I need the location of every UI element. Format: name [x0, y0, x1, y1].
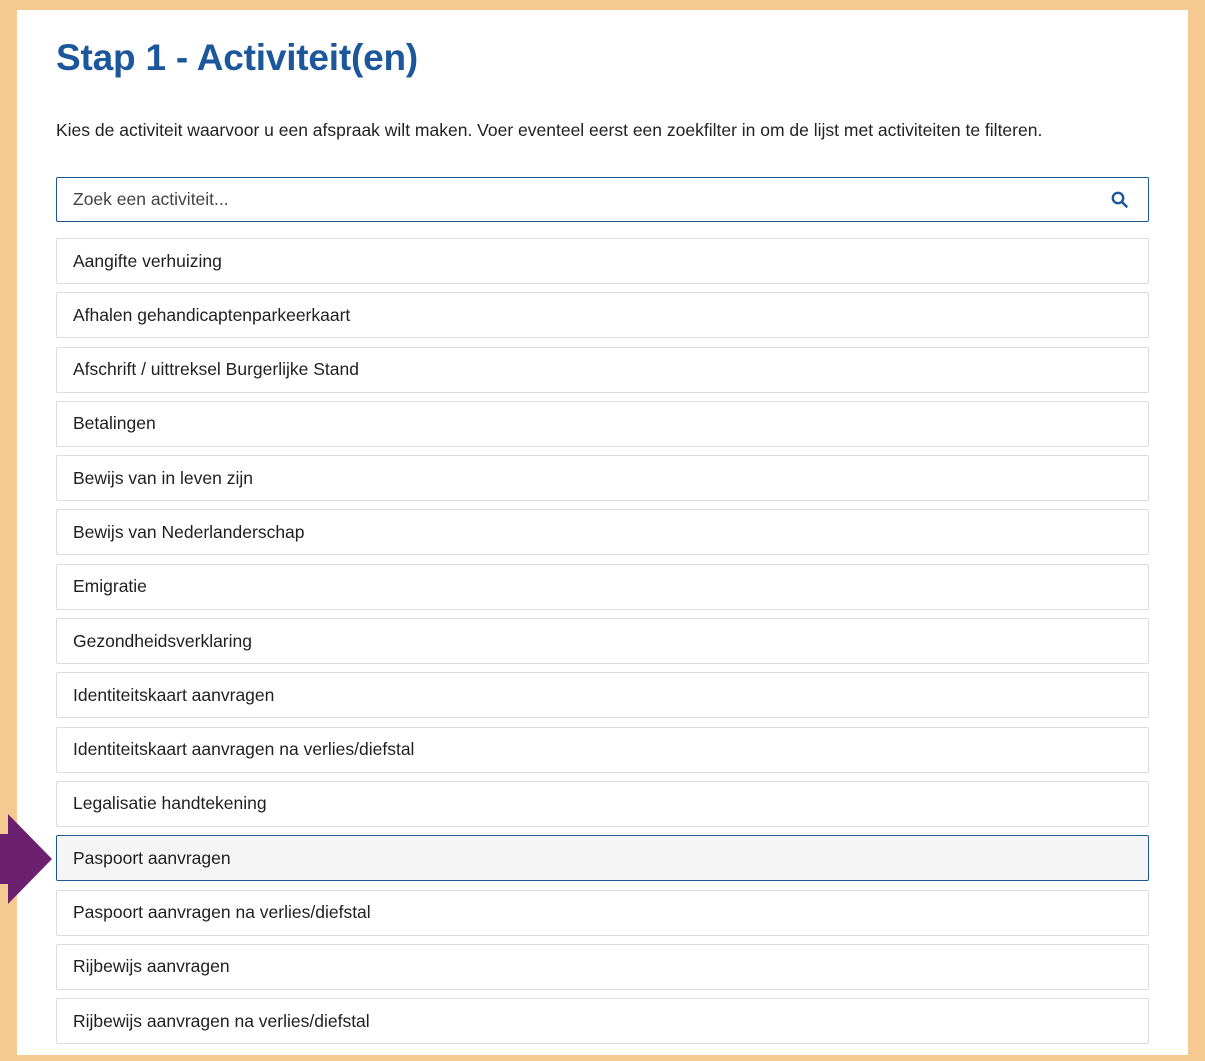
activity-item-label: Bewijs van Nederlanderschap — [73, 521, 305, 542]
activity-item[interactable]: Identiteitskaart aanvragen — [56, 672, 1149, 719]
intro-text: Kies de activiteit waarvoor u een afspra… — [56, 120, 1043, 140]
activity-item[interactable]: Aangifte verhuizing — [56, 238, 1149, 284]
activity-item-label: Paspoort aanvragen — [73, 847, 231, 868]
search-box — [56, 177, 1149, 222]
activity-item-label: Rijbewijs aanvragen — [73, 956, 230, 977]
pointer-arrow-icon — [0, 814, 52, 904]
search-icon[interactable] — [1110, 190, 1130, 210]
activity-item[interactable]: Bewijs van in leven zijn — [56, 455, 1149, 502]
search-input[interactable] — [57, 178, 1097, 221]
activity-item-label: Aangifte verhuizing — [73, 250, 222, 271]
activity-item[interactable]: Bewijs van Nederlanderschap — [56, 509, 1149, 556]
activity-item[interactable]: Afhalen gehandicaptenparkeerkaart — [56, 292, 1149, 339]
activity-item[interactable]: Legalisatie handtekening — [56, 780, 1149, 827]
activity-item-label: Gezondheidsverklaring — [73, 630, 252, 651]
activity-item[interactable]: Betalingen — [56, 400, 1149, 447]
activity-item[interactable]: Rijbewijs aanvragen — [56, 943, 1149, 990]
activity-item-label: Emigratie — [73, 576, 147, 597]
activity-item-label: Paspoort aanvragen na verlies/diefstal — [73, 902, 371, 923]
activity-item-label: Bewijs van in leven zijn — [73, 467, 253, 488]
activity-item-label: Rijbewijs aanvragen na verlies/diefstal — [73, 1010, 370, 1031]
activity-list: Aangifte verhuizing Afhalen gehandicapten… — [56, 238, 1149, 1052]
activity-item-selected[interactable]: Paspoort aanvragen — [56, 835, 1149, 882]
activity-item[interactable]: Gezondheidsverklaring — [56, 618, 1149, 665]
activity-item[interactable]: Identiteitskaart aanvragen na verlies/di… — [56, 726, 1149, 773]
page-title: Stap 1 - Activiteit(en) — [56, 37, 419, 78]
activity-item-label: Afschrift / uittreksel Burgerlijke Stand — [73, 359, 359, 380]
activity-item[interactable]: Emigratie — [56, 563, 1149, 610]
activity-item-label: Identiteitskaart aanvragen — [73, 684, 275, 705]
activity-item-label: Afhalen gehandicaptenparkeerkaart — [73, 304, 351, 325]
activity-item[interactable]: Afschrift / uittreksel Burgerlijke Stand — [56, 346, 1149, 393]
activity-item-label: Identiteitskaart aanvragen na verlies/di… — [73, 739, 415, 760]
activity-item-label: Legalisatie handtekening — [73, 793, 267, 814]
activity-item[interactable]: Paspoort aanvragen na verlies/diefstal — [56, 889, 1149, 936]
activity-item[interactable]: Rijbewijs aanvragen na verlies/diefstal — [56, 998, 1149, 1045]
activity-item-label: Betalingen — [73, 413, 156, 434]
